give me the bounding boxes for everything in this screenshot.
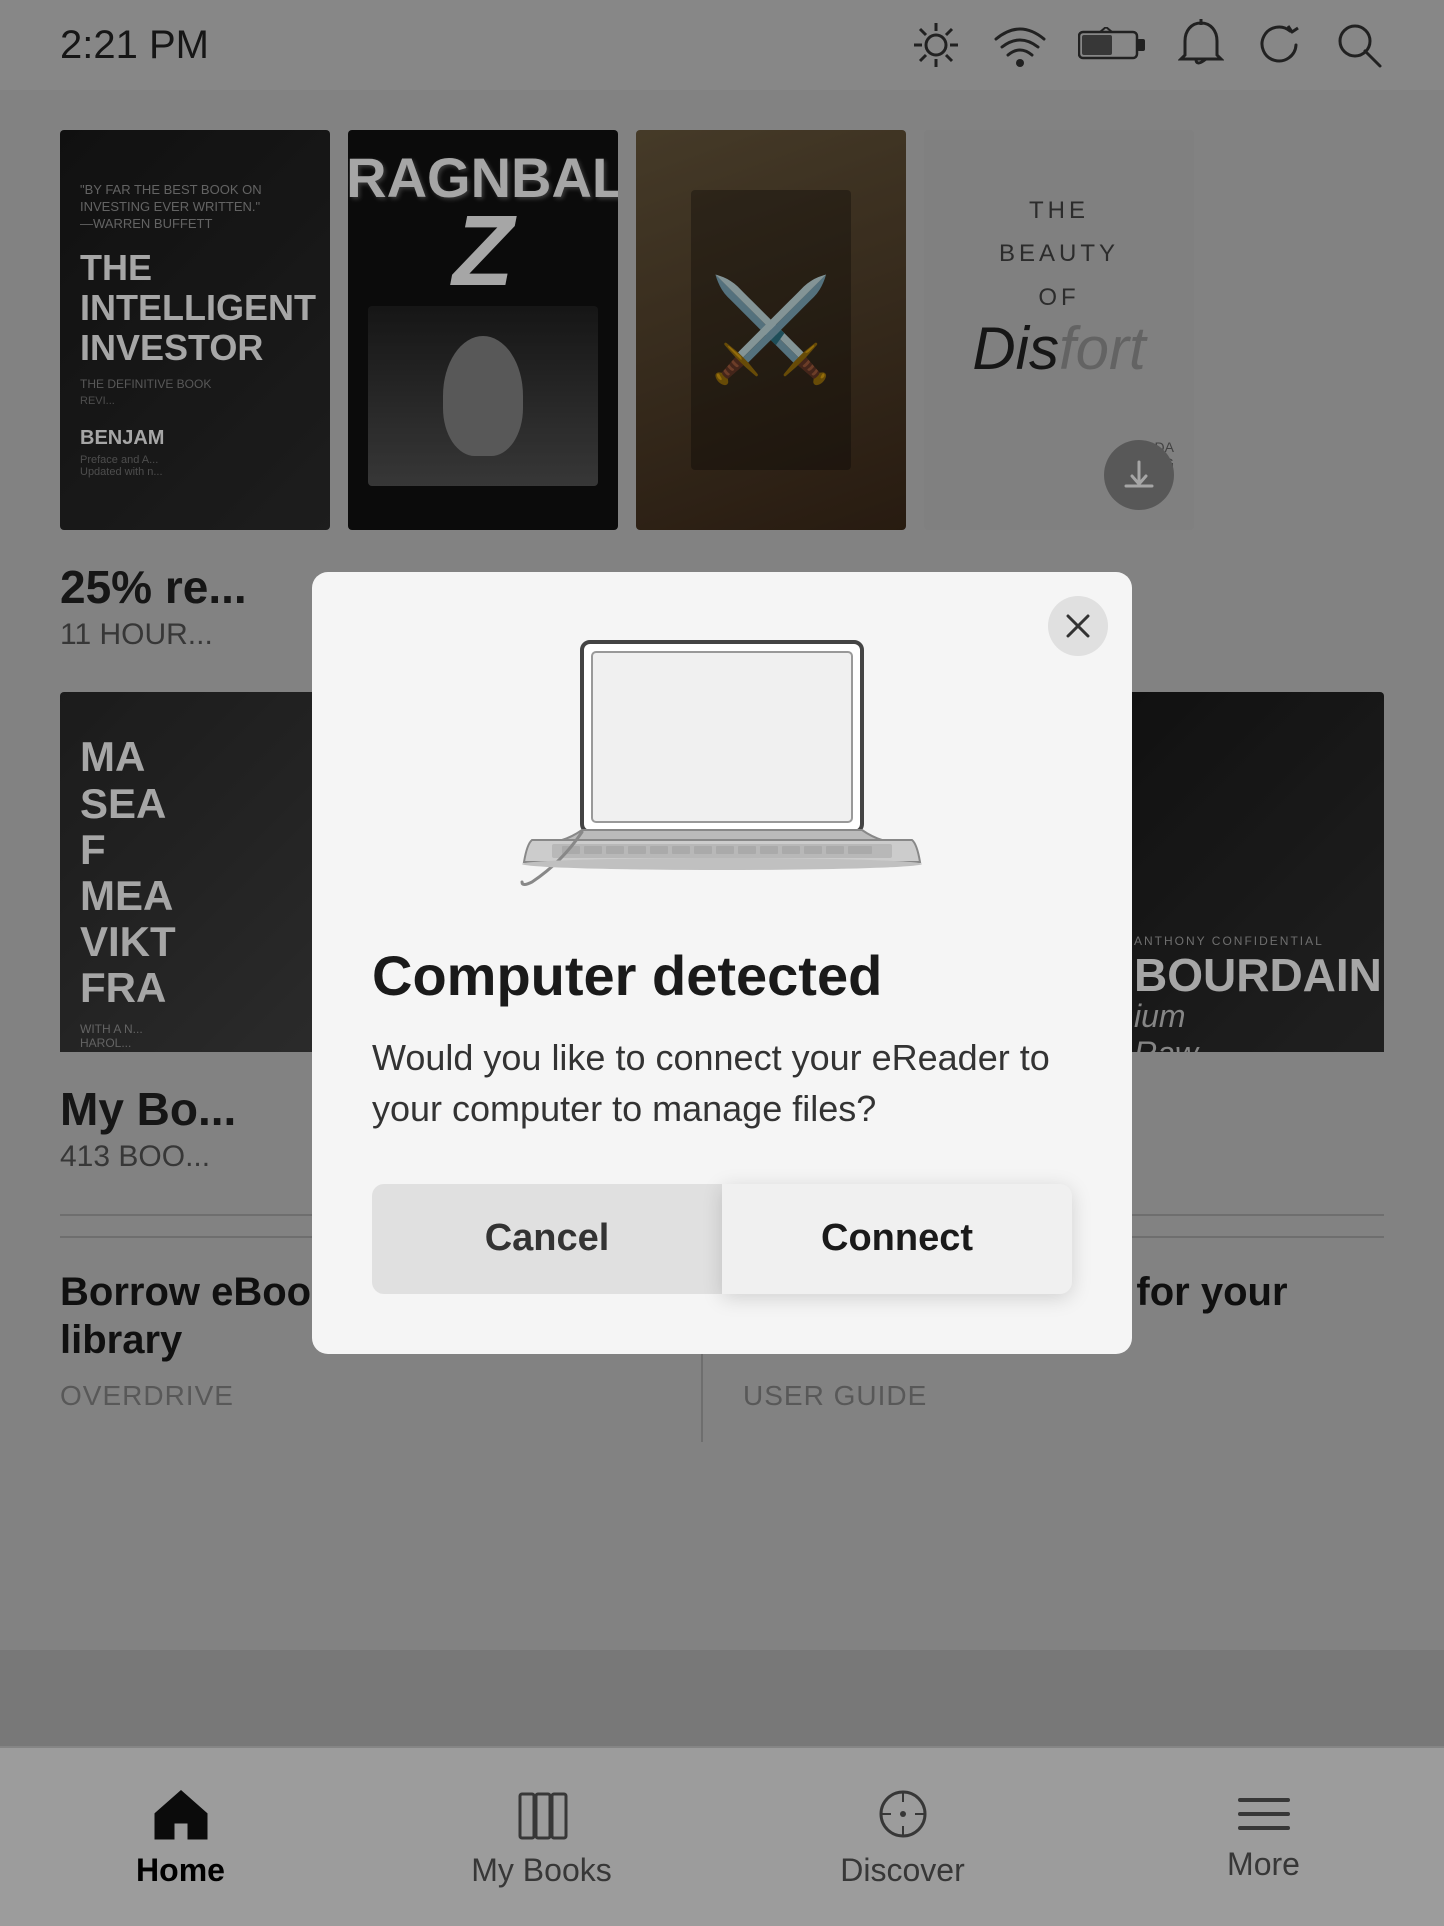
cancel-button[interactable]: Cancel	[372, 1184, 722, 1294]
modal-actions: Cancel Connect	[372, 1184, 1072, 1294]
modal-title: Computer detected	[372, 942, 1072, 1009]
modal-illustration	[372, 622, 1072, 902]
modal-body: Would you like to connect your eReader t…	[372, 1033, 1072, 1134]
connect-button[interactable]: Connect	[722, 1184, 1072, 1294]
modal-dialog: Computer detected Would you like to conn…	[312, 572, 1132, 1354]
modal-close-button[interactable]	[1048, 596, 1108, 656]
laptop-svg	[502, 622, 942, 902]
modal-overlay[interactable]: Computer detected Would you like to conn…	[0, 0, 1444, 1926]
